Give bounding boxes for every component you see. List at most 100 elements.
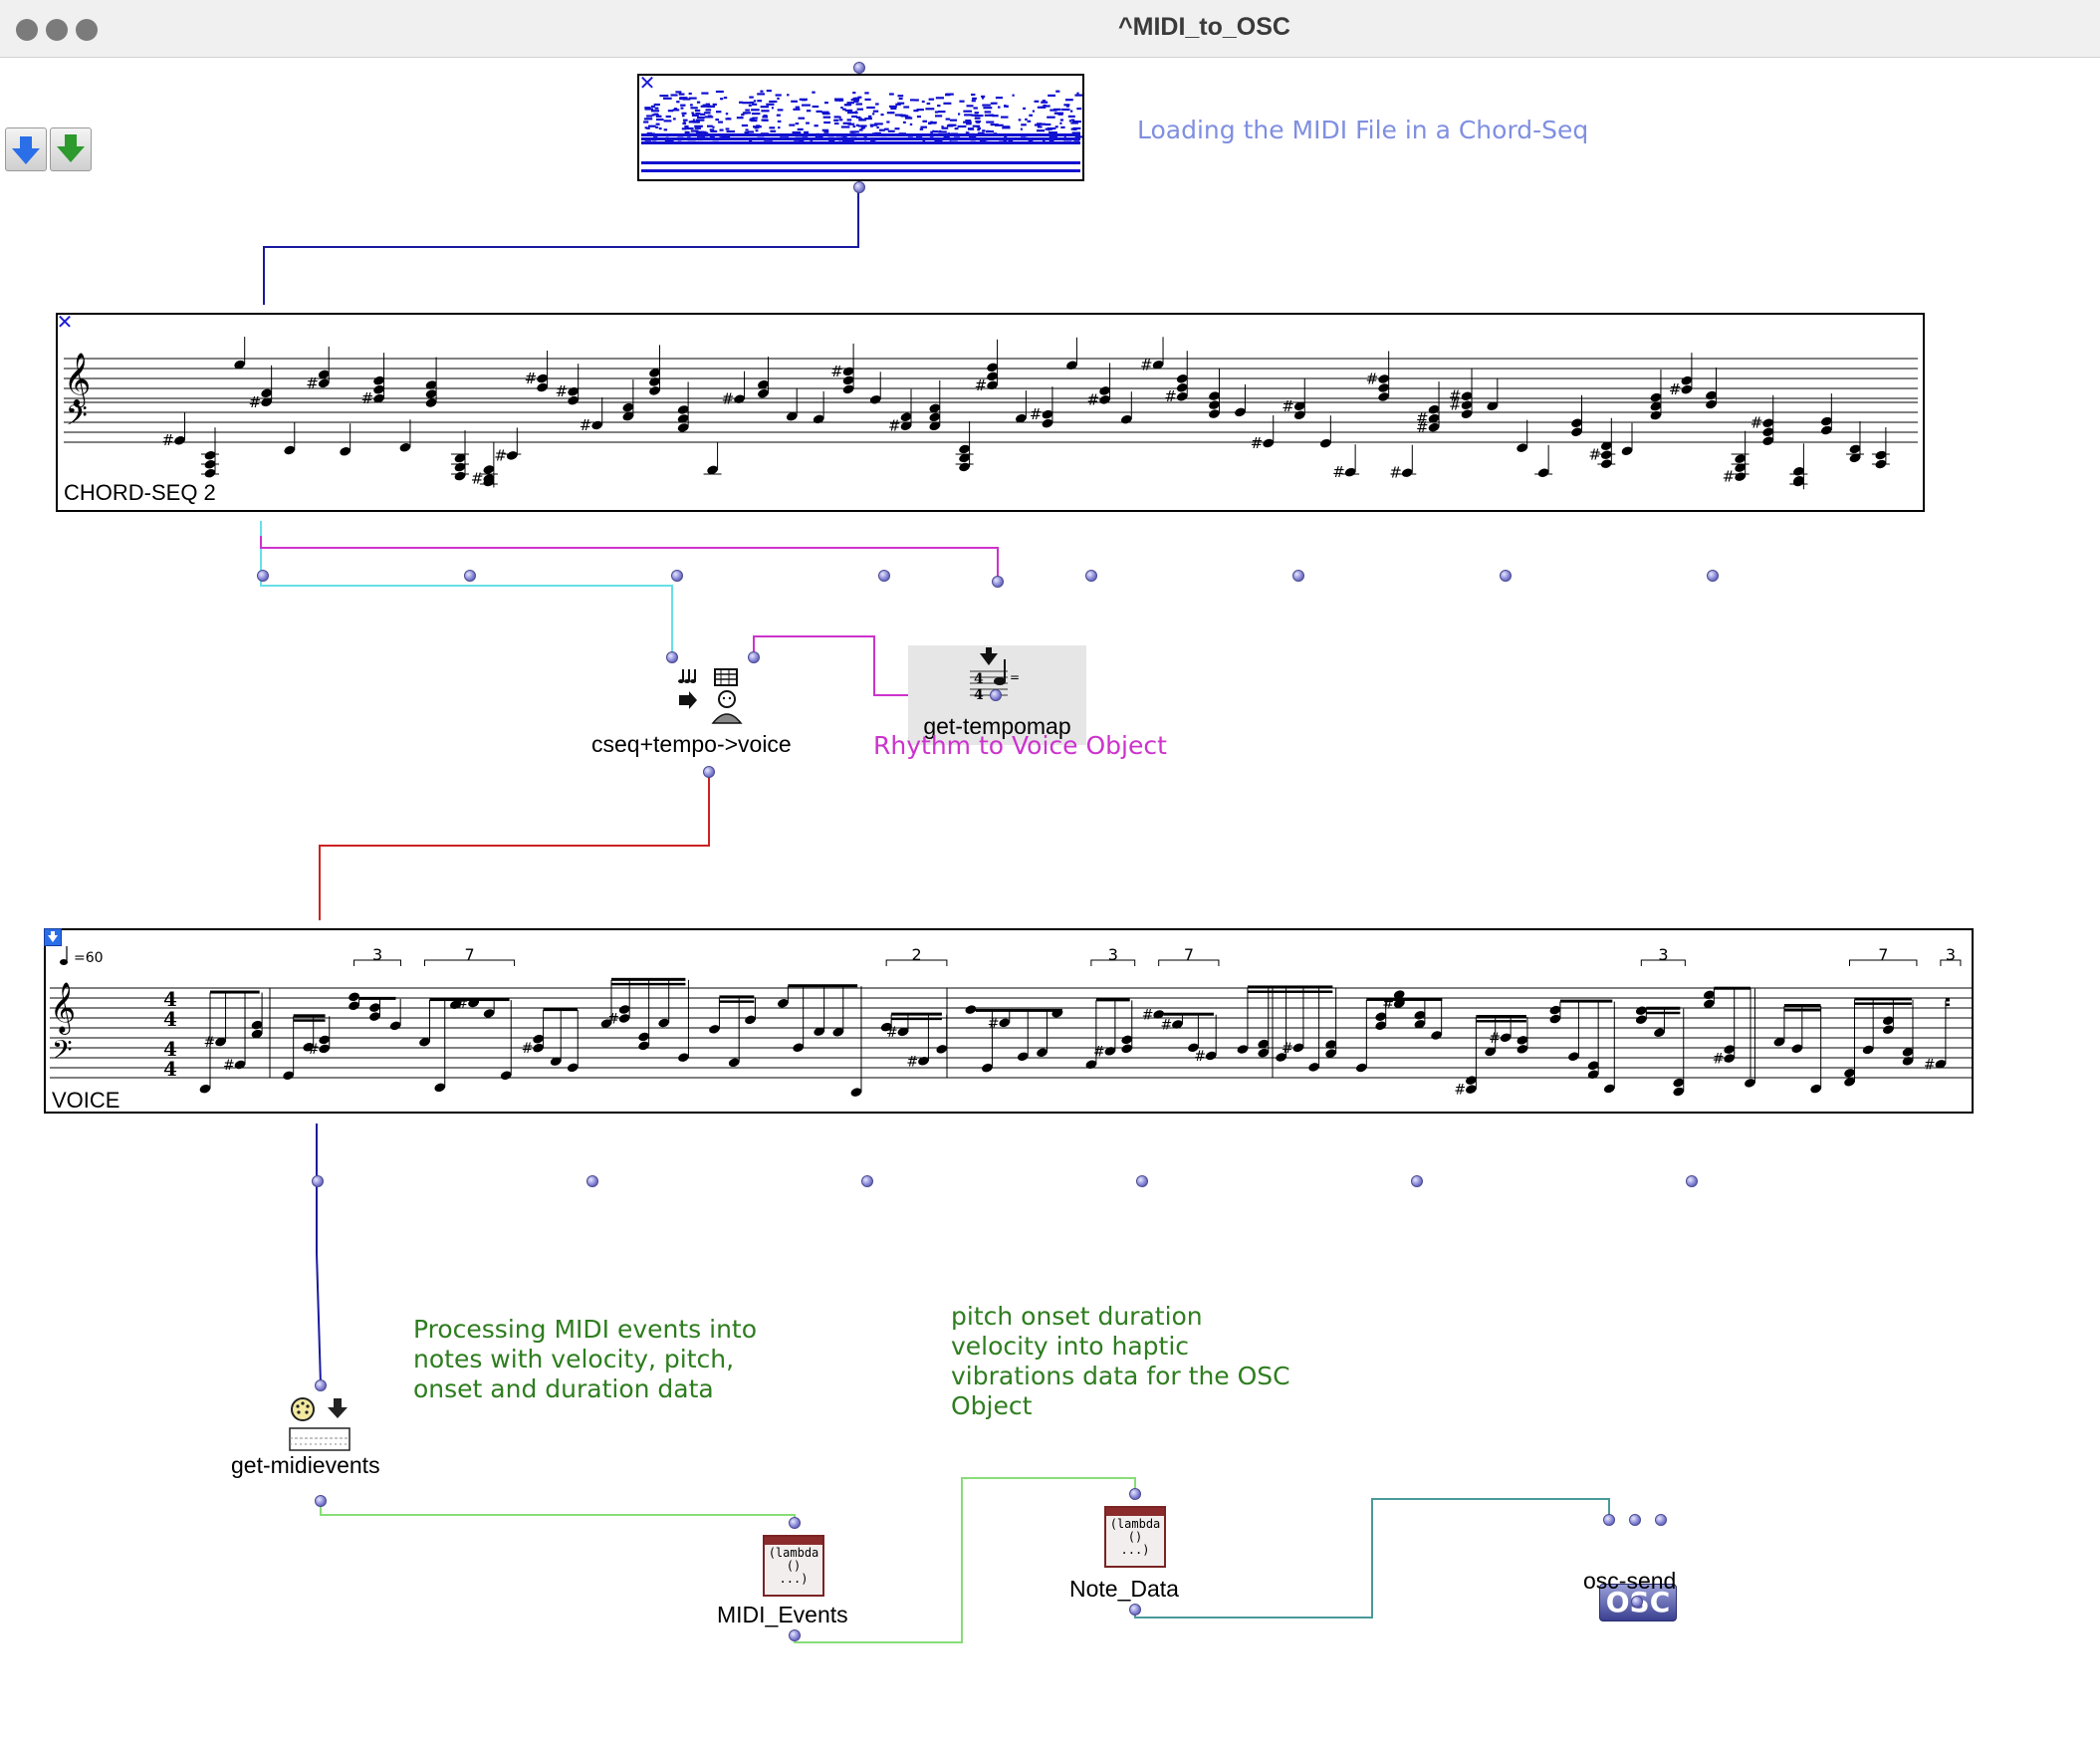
piano-roll-note	[814, 125, 818, 127]
voice-output-port-2[interactable]	[586, 1175, 598, 1187]
comment-haptic-line: pitch onset duration	[951, 1302, 1203, 1331]
sharp-sign: #	[1030, 405, 1043, 423]
voice-lock-icon[interactable]	[44, 928, 62, 946]
osc-send-output-port[interactable]	[1631, 1596, 1643, 1608]
chord-seq-close-x-icon[interactable]: ✕	[56, 312, 74, 332]
piano-roll-note	[1055, 90, 1060, 93]
piano-roll-note	[655, 115, 662, 118]
midi-events-input-port[interactable]	[789, 1517, 801, 1529]
piano-roll-note	[937, 111, 946, 114]
sharp-sign: #	[1160, 1018, 1172, 1034]
cseq-voice-input-port-2[interactable]	[748, 651, 760, 663]
piano-roll-note	[941, 126, 949, 129]
piano-roll-note	[695, 130, 704, 133]
chord-seq-output-port-4[interactable]	[878, 570, 890, 582]
midi-events-lambda-box[interactable]: (lambda () ...)	[763, 1535, 824, 1597]
voice-output-port-5[interactable]	[1411, 1175, 1423, 1187]
piano-roll-note	[723, 97, 728, 100]
piano-roll-note	[672, 109, 680, 112]
chord-seq-output-port-5[interactable]	[1085, 570, 1097, 582]
osc-send-input-port-1[interactable]	[1603, 1514, 1615, 1526]
piano-roll-note	[957, 125, 967, 128]
note-data-input-port[interactable]	[1129, 1488, 1141, 1500]
piano-roll-note	[1053, 112, 1062, 115]
midi-events-output-port[interactable]	[789, 1629, 801, 1641]
piano-roll-note	[972, 97, 977, 100]
voice-output-port-6[interactable]	[1686, 1175, 1698, 1187]
piano-roll-note	[665, 115, 671, 119]
piano-roll-note	[1048, 94, 1055, 97]
cseq-voice-output-port[interactable]	[703, 766, 715, 778]
chord-seq-output-port-6[interactable]	[1292, 570, 1304, 582]
beam	[611, 982, 686, 986]
beam	[1476, 1015, 1526, 1019]
piano-roll-note	[855, 103, 862, 106]
piano-roll-note	[864, 98, 871, 101]
piano-roll-note	[753, 100, 757, 103]
piano-roll-note	[870, 125, 873, 127]
note-data-output-port[interactable]	[1129, 1604, 1141, 1616]
chord-seq-output-port-8[interactable]	[1707, 570, 1719, 582]
piano-roll-note	[793, 108, 801, 111]
osc-send-input-port-2[interactable]	[1629, 1514, 1641, 1526]
get-tempomap-output-port[interactable]	[990, 689, 1002, 701]
get-midievents-input-port[interactable]	[315, 1379, 327, 1391]
sharp-sign: #	[223, 1058, 235, 1074]
arrow-down-blue-button[interactable]	[5, 127, 47, 171]
piano-roll-note	[925, 108, 935, 111]
get-tempomap-input-port[interactable]	[992, 576, 1004, 588]
piano-roll-note	[1060, 125, 1065, 128]
piano-roll-note	[663, 97, 672, 100]
arrow-down-green-button[interactable]	[50, 127, 92, 171]
chord-seq-output-port-7[interactable]	[1500, 570, 1512, 582]
lambda-header	[765, 1537, 822, 1545]
midifile-input-port[interactable]	[853, 62, 865, 74]
chord-seq-box[interactable]: 𝄞 𝄢 # # # # # # # # # # # # # # # # # # # # # # # # # # # # # # CHORD-S…	[56, 313, 1925, 512]
patch-canvas[interactable]: ✕ Loading the MIDI File in a Chord-Seq 𝄞…	[0, 58, 2100, 1745]
osc-send-input-port-3[interactable]	[1655, 1514, 1667, 1526]
piano-roll-note	[770, 129, 777, 132]
piano-roll-note	[718, 121, 723, 124]
piano-roll-note	[694, 126, 701, 129]
note-data-lambda-box[interactable]: (lambda () ...)	[1104, 1506, 1166, 1568]
piano-roll-note	[983, 107, 993, 110]
piano-roll-note	[1012, 94, 1015, 97]
chord-seq-output-port-2[interactable]	[464, 570, 476, 582]
piano-roll-note	[909, 123, 913, 125]
piano-roll-note	[696, 101, 701, 104]
close-x-icon[interactable]: ✕	[638, 73, 656, 93]
sharp-sign: #	[494, 446, 507, 464]
sharp-sign: #	[306, 374, 319, 392]
midifile-box[interactable]	[637, 74, 1084, 181]
midifile-output-port[interactable]	[853, 181, 865, 193]
piano-roll-note	[982, 129, 986, 132]
piano-roll-note	[719, 128, 724, 131]
get-midievents-output-port[interactable]	[315, 1495, 327, 1507]
piano-roll-note	[890, 107, 897, 110]
chord-seq-output-port-3[interactable]	[671, 570, 683, 582]
piano-roll-note	[1005, 105, 1009, 108]
piano-roll-note	[1029, 114, 1033, 117]
comment-haptic-line: vibrations data for the OSC	[951, 1362, 1290, 1390]
piano-roll-note	[833, 116, 840, 119]
piano-roll-note	[712, 125, 715, 128]
piano-roll-note	[761, 110, 770, 113]
lambda-text: (lambda () ...)	[1106, 1518, 1164, 1557]
sharp-sign: #	[1282, 1041, 1293, 1057]
cseq-voice-input-port-1[interactable]	[666, 651, 678, 663]
chord-seq-output-port-1[interactable]	[257, 570, 269, 582]
piano-roll-note	[945, 118, 950, 121]
piano-roll-note	[751, 113, 761, 116]
voice-output-port-3[interactable]	[861, 1175, 873, 1187]
voice-box[interactable]: 𝄞 𝄢 4 4 4 4 =60 # # #3 #7 # # # #2 # #3 # # #7 # # # #3 #7 #3 VOI…	[44, 928, 1974, 1114]
piano-roll-note	[886, 121, 890, 124]
beam	[1247, 990, 1333, 993]
voice-output-port-4[interactable]	[1136, 1175, 1148, 1187]
piano-roll-note	[688, 92, 692, 96]
sharp-sign: #	[162, 431, 175, 449]
voice-output-port-1[interactable]	[312, 1175, 324, 1187]
beam	[543, 1008, 579, 1012]
piano-roll-note	[750, 118, 755, 121]
piano-roll-note	[855, 112, 858, 115]
piano-roll-note	[757, 93, 765, 96]
